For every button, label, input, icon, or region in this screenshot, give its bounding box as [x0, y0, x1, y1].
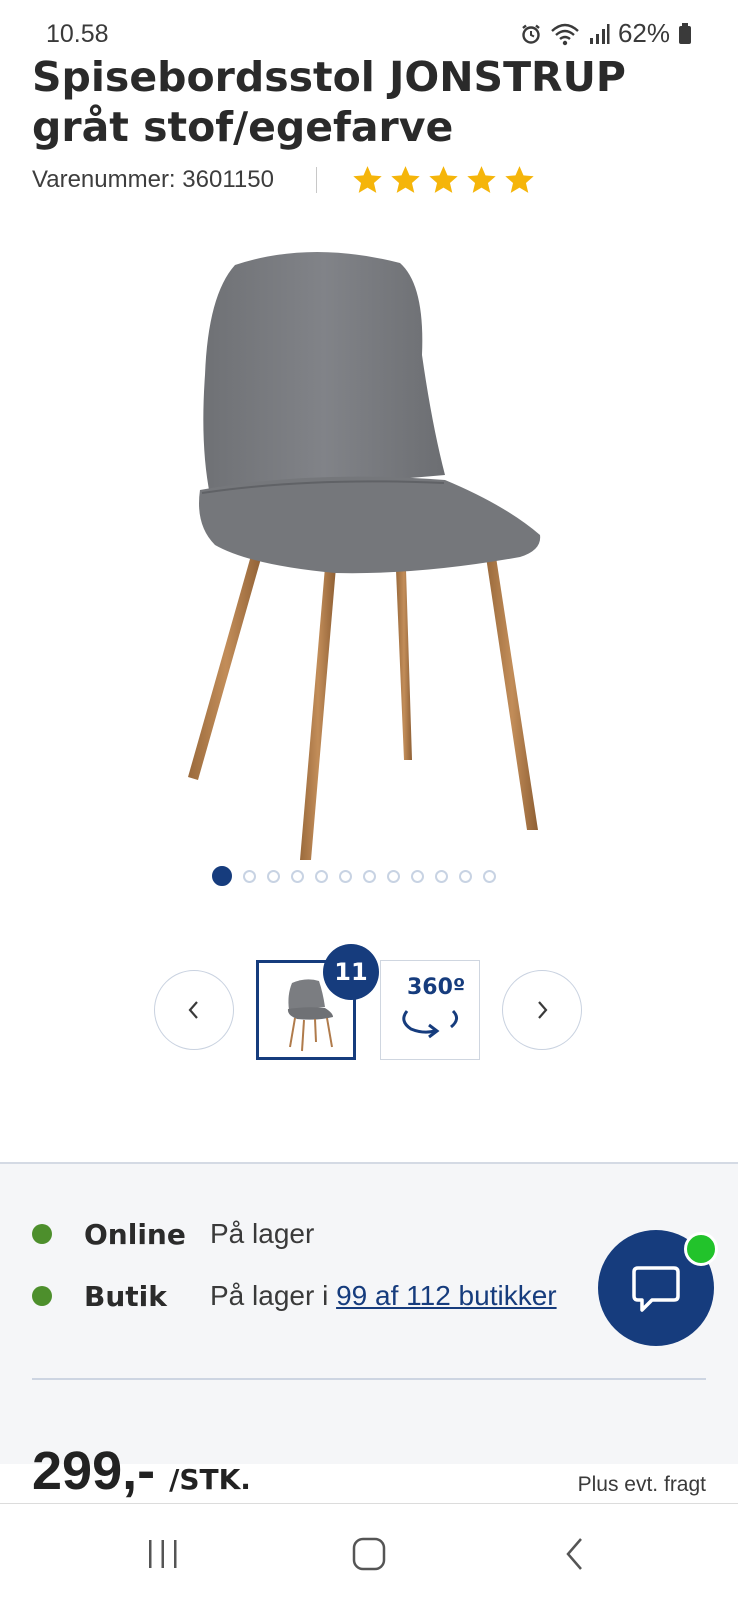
gallery-dot[interactable]: [315, 869, 328, 883]
gallery-dot[interactable]: [212, 866, 232, 886]
chevron-right-icon: [538, 1001, 548, 1019]
gallery-dot[interactable]: [483, 869, 496, 883]
sku-number: Varenummer: 3601150: [32, 166, 274, 193]
stock-row-store: Butik På lager i 99 af 112 butikker: [32, 1276, 557, 1316]
system-nav-bar: [0, 1503, 738, 1601]
chat-bubble-icon: [632, 1266, 680, 1312]
gallery-dot[interactable]: [267, 869, 280, 883]
product-image[interactable]: [160, 245, 580, 875]
product-title: Spisebordsstol JONSTRUP gråt stof/egefar…: [32, 53, 626, 151]
gallery-dot[interactable]: [387, 869, 400, 883]
home-icon: [352, 1537, 386, 1571]
price-unit: /STK.: [169, 1463, 251, 1496]
rotate-360-icon: [402, 1009, 458, 1039]
shipping-note: Plus evt. fragt: [577, 1473, 706, 1496]
gallery-dot[interactable]: [339, 869, 352, 883]
status-bar: 10.58 62%: [0, 0, 738, 50]
home-button[interactable]: [339, 1524, 399, 1584]
back-button[interactable]: [545, 1524, 605, 1584]
view-360-button[interactable]: 360º: [380, 960, 480, 1060]
alarm-icon: [522, 24, 540, 44]
stock-label-store: Butik: [84, 1279, 167, 1313]
stock-value-store: På lager i 99 af 112 butikker: [210, 1280, 557, 1312]
view-360-label: 360º: [407, 975, 466, 1000]
gallery-dots[interactable]: [212, 866, 496, 886]
image-count-badge: 11: [323, 944, 379, 1000]
gallery-dot[interactable]: [363, 869, 376, 883]
price-row: 299,- /STK.: [32, 1440, 251, 1502]
stock-value-online: På lager: [210, 1218, 315, 1249]
gallery-dot[interactable]: [411, 869, 424, 883]
status-dot: [32, 1224, 52, 1244]
stock-value-store-prefix: På lager i: [210, 1280, 337, 1311]
battery-icon: [679, 22, 691, 44]
divider: [315, 167, 317, 193]
status-icons: 62%: [520, 18, 692, 49]
recents-button[interactable]: [133, 1524, 193, 1584]
star-icon: [467, 165, 496, 193]
back-icon: [566, 1538, 582, 1570]
star-icon: [391, 165, 420, 193]
recents-icon: [149, 1540, 177, 1568]
gallery-dot[interactable]: [291, 869, 304, 883]
gallery-dot[interactable]: [243, 869, 256, 883]
divider: [32, 1378, 706, 1380]
stock-row-online: Online På lager: [32, 1214, 314, 1254]
star-rating[interactable]: [351, 164, 536, 197]
gallery-dot[interactable]: [435, 869, 448, 883]
chevron-left-icon: [188, 1001, 198, 1019]
battery-percent: 62%: [617, 18, 670, 48]
wifi-icon: [551, 23, 579, 45]
chat-online-indicator: [684, 1232, 718, 1266]
sku-rating-row: Varenummer: 3601150: [32, 160, 536, 200]
status-time: 10.58: [46, 20, 109, 48]
signal-icon: [589, 23, 610, 44]
stock-label-online: Online: [84, 1217, 186, 1251]
star-icon: [353, 165, 382, 193]
gallery-prev-button[interactable]: [154, 970, 234, 1050]
gallery-dot[interactable]: [459, 869, 472, 883]
store-availability-link[interactable]: 99 af 112 butikker: [336, 1280, 557, 1311]
star-icon: [505, 165, 534, 193]
status-dot: [32, 1286, 52, 1306]
price: 299,-: [32, 1441, 156, 1501]
star-icon: [429, 165, 458, 193]
gallery-next-button[interactable]: [502, 970, 582, 1050]
